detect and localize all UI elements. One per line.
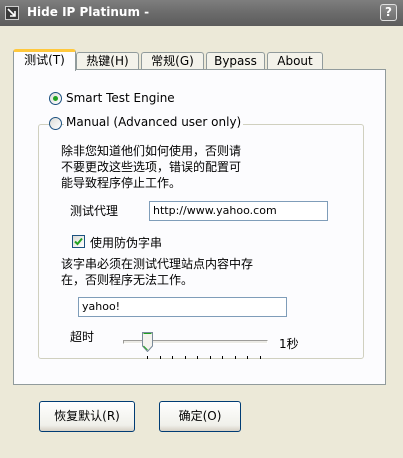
proxy-label: 测试代理	[70, 204, 119, 218]
manual-radio[interactable]	[49, 117, 62, 130]
app-icon[interactable]	[5, 6, 19, 20]
anti-fake-checkbox[interactable]	[72, 235, 85, 248]
check-mark-icon	[74, 237, 83, 246]
tab-hotkeys[interactable]: 热键(H)	[76, 52, 139, 69]
anti-fake-string-input[interactable]: yahoo!	[78, 297, 287, 317]
slider-tick	[160, 356, 161, 359]
timeout-value: 1秒	[279, 337, 299, 351]
string-note-line2: 在，否则程序无法工作。	[61, 273, 194, 287]
slider-tick	[222, 356, 223, 359]
warning-text-line1: 除非您知道他们如何使用，否则请	[61, 144, 242, 158]
test-tab-panel: Smart Test Engine Manual (Advanced user …	[13, 69, 386, 385]
warning-text-line2: 不要更改这些选项，错误的配置可	[61, 160, 242, 174]
window-title: Hide IP Platinum -	[27, 5, 150, 19]
anti-fake-label[interactable]: 使用防伪字串	[90, 234, 162, 251]
smart-engine-label[interactable]: Smart Test Engine	[66, 91, 175, 105]
help-button[interactable]: ?	[380, 4, 397, 21]
tab-about-label: About	[277, 54, 313, 68]
ok-button[interactable]: 确定(O)	[159, 401, 241, 432]
slider-tick	[235, 356, 236, 359]
slider-tick	[147, 356, 148, 359]
manual-label[interactable]: Manual (Advanced user only)	[64, 115, 244, 129]
slider-tick	[260, 356, 261, 359]
slider-tick	[197, 356, 198, 359]
proxy-url-value: http://www.yahoo.com	[153, 204, 277, 217]
tab-test[interactable]: 测试(T)	[13, 49, 76, 71]
tab-general[interactable]: 常规(G)	[141, 52, 204, 69]
slider-tick	[210, 356, 211, 359]
timeout-slider-thumb[interactable]	[142, 332, 153, 352]
tab-general-label: 常规(G)	[151, 54, 194, 68]
restore-defaults-label: 恢复默认(R)	[54, 409, 120, 423]
timeout-label: 超时	[70, 330, 95, 344]
smart-engine-radio[interactable]	[49, 92, 62, 105]
warning-text-line3: 能导致程序停止工作。	[61, 176, 182, 190]
title-bar[interactable]: Hide IP Platinum - ?	[0, 0, 403, 26]
tab-about[interactable]: About	[267, 52, 323, 69]
anti-fake-string-value: yahoo!	[82, 300, 121, 313]
dialog-window: Hide IP Platinum - ? 测试(T) 热键(H) 常规(G) B…	[0, 0, 403, 458]
slider-tick	[247, 356, 248, 359]
tab-test-label: 测试(T)	[24, 53, 65, 67]
proxy-url-input[interactable]: http://www.yahoo.com	[149, 201, 328, 221]
tab-bypass-label: Bypass	[214, 54, 257, 68]
ok-label: 确定(O)	[178, 409, 222, 423]
slider-tick	[185, 356, 186, 359]
tab-bypass[interactable]: Bypass	[206, 52, 265, 69]
slider-tick	[172, 356, 173, 359]
restore-defaults-button[interactable]: 恢复默认(R)	[39, 401, 135, 432]
string-note-line1: 该字串必须在测试代理站点内容中存	[61, 257, 254, 271]
tab-hotkeys-label: 热键(H)	[86, 54, 129, 68]
